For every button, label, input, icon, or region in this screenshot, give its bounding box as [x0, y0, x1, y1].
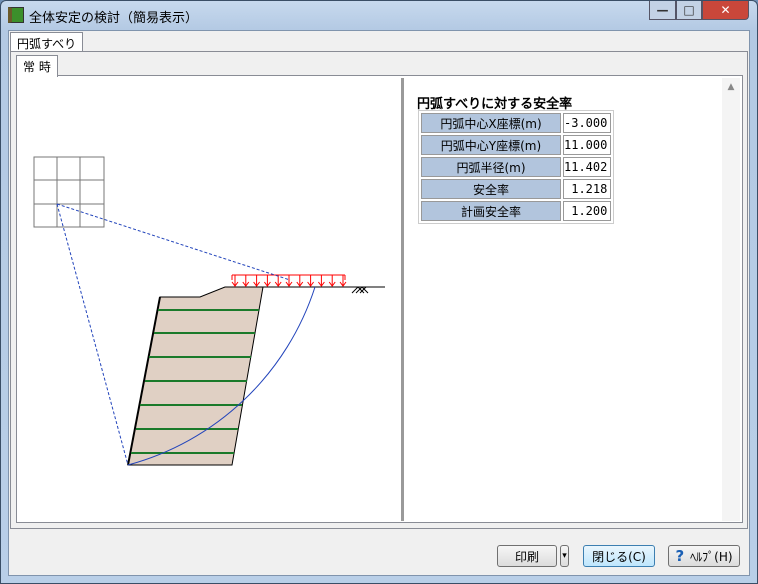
print-button[interactable]: 印刷 — [497, 545, 557, 567]
help-button[interactable]: ? ﾍﾙﾌﾟ(H) — [668, 545, 740, 567]
cross-section-view — [18, 78, 404, 521]
cross-section-drawing — [33, 156, 385, 466]
row-value: 1.200 — [563, 201, 612, 221]
row-value: 11.000 — [563, 135, 612, 155]
ground-hatch-icon — [351, 286, 369, 294]
row-value: 11.402 — [563, 157, 612, 177]
row-label: 円弧中心X座標(m) — [421, 113, 561, 133]
row-label: 安全率 — [421, 179, 561, 199]
row-value: 1.218 — [563, 179, 612, 199]
result-table: 円弧中心X座標(m) -3.000 円弧中心Y座標(m) 11.000 円弧半径(m… — [418, 110, 615, 224]
row-label: 円弧半径(m) — [421, 157, 561, 177]
help-icon: ? — [675, 547, 685, 565]
window-title: 全体安定の検討（簡易表示） — [29, 11, 199, 26]
close-window-button[interactable]: ✕ — [702, 1, 749, 20]
help-label: ﾍﾙﾌﾟ(H) — [690, 549, 733, 564]
center-grid — [33, 156, 105, 228]
result-panel: 円弧すべりに対する安全率 円弧中心X座標(m) -3.000 円弧中心Y座標(m)… — [408, 78, 722, 521]
wall-soil — [127, 286, 264, 466]
row-label: 円弧中心Y座標(m) — [421, 135, 561, 155]
table-row: 安全率 1.218 — [421, 179, 612, 199]
surcharge-load — [231, 274, 347, 287]
app-icon — [8, 7, 24, 23]
maximize-button[interactable]: □ — [676, 1, 702, 20]
close-button[interactable]: 閉じる(C) — [583, 545, 655, 567]
tab-normal-time[interactable]: 常 時 — [16, 55, 58, 77]
row-value: -3.000 — [563, 113, 612, 133]
scroll-up-icon[interactable]: ▲ — [728, 82, 735, 92]
table-row: 円弧中心X座標(m) -3.000 — [421, 113, 612, 133]
table-row: 円弧中心Y座標(m) 11.000 — [421, 135, 612, 155]
print-dropdown-button[interactable]: ▾ — [560, 545, 569, 567]
vertical-scrollbar[interactable]: ▲ — [722, 78, 740, 521]
table-row: 円弧半径(m) 11.402 — [421, 157, 612, 177]
row-label: 計画安全率 — [421, 201, 561, 221]
table-row: 計画安全率 1.200 — [421, 201, 612, 221]
minimize-button[interactable]: — — [649, 1, 676, 20]
